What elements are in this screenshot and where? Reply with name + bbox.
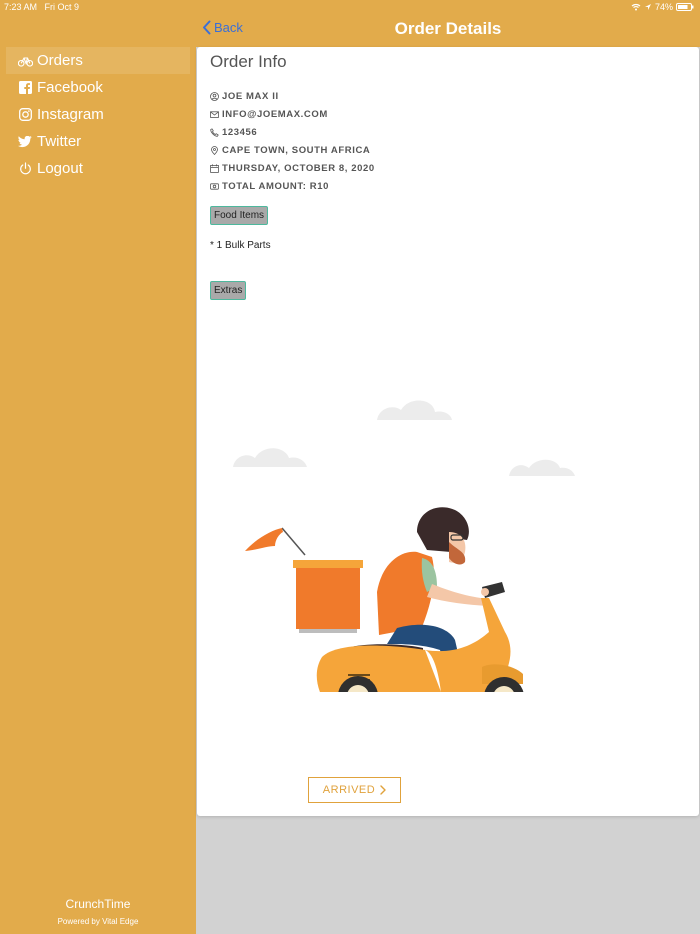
order-total: TOTAL AMOUNT: R10 <box>222 180 329 192</box>
map-pin-icon <box>210 145 219 155</box>
battery-percent: 74% <box>654 2 673 12</box>
sidebar: Orders Facebook Instagram Twitter Logout <box>0 0 196 934</box>
order-total-row: TOTAL AMOUNT: R10 <box>210 177 375 195</box>
sidebar-item-label: Logout <box>37 160 83 177</box>
status-time: 7:23 AM <box>4 2 38 12</box>
sidebar-item-twitter[interactable]: Twitter <box>6 128 190 155</box>
power-icon <box>17 161 33 177</box>
user-circle-icon <box>210 91 219 101</box>
delivery-scooter-illustration <box>233 400 575 692</box>
customer-name-row: JOE MAX II <box>210 87 375 105</box>
phone-icon <box>210 127 219 137</box>
sidebar-item-label: Facebook <box>37 79 103 96</box>
food-item: * 1 Bulk Parts <box>210 240 271 251</box>
bicycle-icon <box>17 53 33 69</box>
status-time-date: 7:23 AM Fri Oct 9 <box>4 2 79 12</box>
sidebar-item-instagram[interactable]: Instagram <box>6 101 190 128</box>
brand-name: CrunchTime <box>65 897 131 911</box>
wifi-icon <box>631 3 641 11</box>
order-info-list: JOE MAX II INFO@JOEMAX.COM 123456 CAPE T… <box>210 87 375 195</box>
chevron-right-icon <box>380 785 386 795</box>
twitter-icon <box>17 134 33 150</box>
order-date-row: THURSDAY, OCTOBER 8, 2020 <box>210 159 375 177</box>
sidebar-item-orders[interactable]: Orders <box>6 47 190 74</box>
facebook-icon <box>17 80 33 96</box>
customer-location: CAPE TOWN, SOUTH AFRICA <box>222 144 371 156</box>
food-items-heading: Food Items <box>210 206 269 225</box>
customer-location-row: CAPE TOWN, SOUTH AFRICA <box>210 141 375 159</box>
location-arrow-icon <box>644 4 651 10</box>
sidebar-item-label: Orders <box>37 52 83 69</box>
arrived-button[interactable]: ARRIVED <box>308 777 401 803</box>
customer-email: INFO@JOEMAX.COM <box>222 108 328 120</box>
sidebar-item-label: Instagram <box>37 106 104 123</box>
customer-name: JOE MAX II <box>222 90 279 102</box>
money-icon <box>210 182 219 191</box>
sidebar-item-logout[interactable]: Logout <box>6 155 190 182</box>
extras-heading: Extras <box>210 281 247 300</box>
instagram-icon <box>17 107 33 123</box>
sidebar-item-label: Twitter <box>37 133 82 150</box>
status-bar: 7:23 AM Fri Oct 9 74% <box>0 0 700 14</box>
sidebar-nav: Orders Facebook Instagram Twitter Logout <box>6 47 190 182</box>
status-date: Fri Oct 9 <box>44 2 80 12</box>
page-title: Order Details <box>394 19 502 38</box>
order-date: THURSDAY, OCTOBER 8, 2020 <box>222 162 375 174</box>
calendar-icon <box>210 163 219 173</box>
customer-phone: 123456 <box>222 126 258 138</box>
arrived-label: ARRIVED <box>322 784 376 796</box>
customer-email-row: INFO@JOEMAX.COM <box>210 105 375 123</box>
customer-phone-row: 123456 <box>210 123 375 141</box>
status-indicators: 74% <box>631 2 694 12</box>
battery-icon <box>676 3 694 11</box>
brand-subtitle: Powered by Vital Edge <box>57 917 139 926</box>
sidebar-item-facebook[interactable]: Facebook <box>6 74 190 101</box>
order-info-card: Order Info JOE MAX II INFO@JOEMAX.COM 12… <box>197 47 699 816</box>
card-title: Order Info <box>210 52 287 71</box>
envelope-icon <box>210 110 219 119</box>
